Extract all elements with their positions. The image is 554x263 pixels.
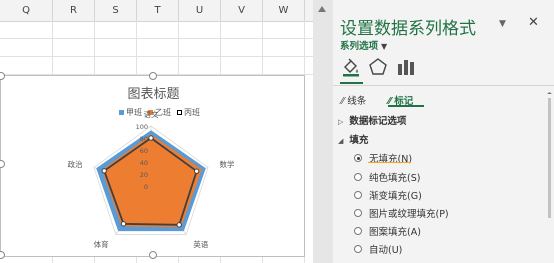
pane-title: 设置数据系列格式 [340,19,476,39]
fill-line-icon[interactable] [340,56,362,78]
radio-button[interactable] [354,227,362,235]
category-label: 体育 [94,239,109,249]
vertical-scrollbar[interactable] [313,0,333,263]
data-marker [101,168,107,174]
focus-underline [368,162,411,163]
expand-right-icon: ▷ [338,118,344,126]
gridline [0,56,313,57]
section-fill-label: 填充 [349,135,369,146]
close-icon[interactable]: ✕ [528,15,539,30]
fill-option-label: 图案填充(A) [369,227,421,238]
fill-option-picture[interactable]: 图片或纹理填充(P) [354,206,449,220]
fill-option-solid[interactable]: 纯色填充(S) [354,170,420,184]
pane-scrollbar[interactable] [546,92,553,263]
data-marker [120,221,127,227]
format-data-series-pane: 设置数据系列格式 ▼ ✕ 系列选项 ▼ ⁄⁄ 线条 ⁄⁄ 标记 ▷ 数据标记选项 ◢ 填充… [333,0,554,263]
fill-option-label: 渐变填充(G) [369,191,422,202]
tab-line[interactable]: ⁄⁄ 线条 [341,93,366,107]
line-icon: ⁄⁄ [341,96,345,107]
category-label: 英语 [193,239,208,249]
radar-plot: 100 80 60 40 20 0 语文数学英语 体育 政治 [68,109,235,249]
radio-button[interactable] [354,209,362,217]
divider [333,85,554,86]
fill-option-gradient[interactable]: 渐变填充(G) [354,188,422,202]
radio-button[interactable] [354,245,362,253]
column-header-u[interactable]: U [179,0,221,21]
active-tab-indicator [340,82,363,84]
collapse-down-icon: ◢ [338,137,344,145]
axis-tick-label: 40 [140,159,148,167]
series-options-label: 系列选项 [340,41,379,52]
column-header-r[interactable]: R [53,0,95,21]
scroll-up-icon [547,92,552,94]
data-marker [148,135,154,141]
data-marker [193,168,200,174]
series-options-dropdown[interactable]: 系列选项 ▼ [340,38,387,52]
effects-pentagon-icon[interactable] [367,56,389,78]
gridline [0,38,313,39]
chevron-down-icon[interactable]: ▼ [499,19,506,29]
section-marker-options-label: 数据标记选项 [349,116,407,127]
section-fill[interactable]: ◢ 填充 [338,132,368,146]
active-subtab-indicator [388,105,424,107]
chevron-down-icon: ▼ [381,42,388,51]
resize-handle[interactable] [149,72,157,80]
scroll-up-icon[interactable] [318,6,326,12]
column-header-v[interactable]: V [221,0,263,21]
resize-handle[interactable] [149,251,157,259]
fill-option-label: 自动(U) [369,245,403,256]
column-header-t[interactable]: T [137,0,179,21]
radio-button[interactable] [354,191,362,199]
category-label: 语文 [144,109,159,119]
section-marker-options[interactable]: ▷ 数据标记选项 [338,113,406,127]
series-options-bar-icon[interactable] [395,56,417,78]
radar-chart[interactable]: 图表标题 甲班 乙班 丙班 100 80 60 40 20 0 语文 数学 英语 体育 政治 [0,72,305,259]
column-header-s[interactable]: S [95,0,137,21]
column-header-row: Q R S T U V W [0,0,313,22]
radio-button[interactable] [354,154,362,162]
data-marker [176,222,182,228]
axis-tick-label: 0 [144,183,148,191]
axis-tick-label: 20 [140,171,148,179]
axis-tick-label: 100 [136,123,148,131]
scroll-thumb [548,98,551,218]
fill-option-label: 纯色填充(S) [369,173,421,184]
column-header-q[interactable]: Q [0,0,53,21]
axis-tick-label: 60 [140,147,148,155]
radio-button[interactable] [354,173,362,181]
fill-option-automatic[interactable]: 自动(U) [354,242,402,256]
column-header-w[interactable]: W [263,0,305,21]
tab-line-label: 线条 [347,96,367,107]
fill-option-pattern[interactable]: 图案填充(A) [354,224,421,238]
axis-tick-label: 80 [140,135,148,143]
category-label: 数学 [219,159,234,169]
fill-option-label: 图片或纹理填充(P) [369,209,449,220]
category-label: 政治 [68,159,83,169]
